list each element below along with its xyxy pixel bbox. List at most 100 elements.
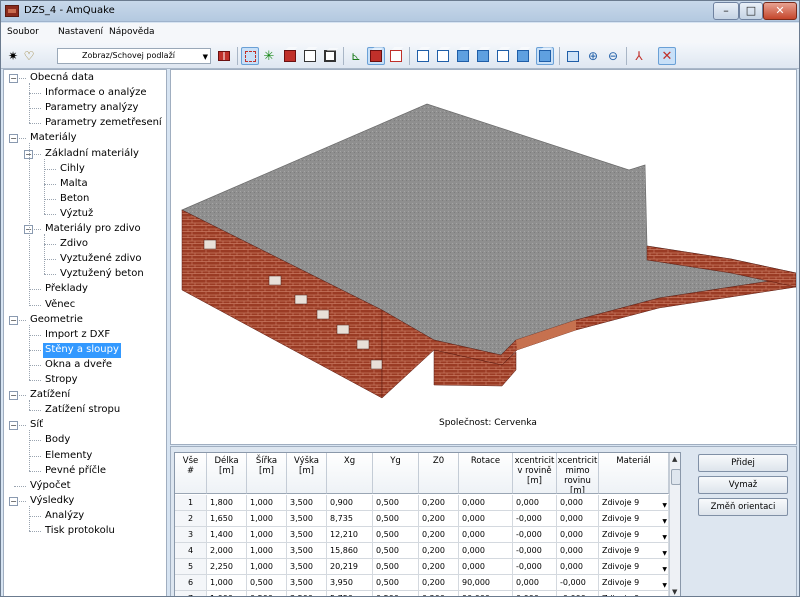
col-yg-cell[interactable]: 0,500 [373, 495, 419, 511]
col-z0-cell[interactable]: 0,200 [419, 591, 459, 596]
scroll-thumb[interactable] [671, 469, 680, 485]
col-xg-cell[interactable]: 20,219 [327, 559, 373, 575]
col-length-header[interactable]: Délka [m] [207, 453, 247, 494]
col-rotation-header[interactable]: Rotace [459, 453, 513, 494]
col-yg-cell[interactable]: 0,500 [373, 559, 419, 575]
tree-item[interactable]: Parametry zemetřesení [43, 116, 164, 131]
col-ecc-in-header[interactable]: xcentricit v rovině [m] [513, 453, 557, 494]
col-z0-header[interactable]: Z0 [419, 453, 459, 494]
col-xg-cell[interactable]: 15,860 [327, 543, 373, 559]
col-ecc-out-cell[interactable]: 0,000 [557, 559, 599, 575]
col-height-cell[interactable]: 3,500 [287, 559, 327, 575]
col-width-cell[interactable]: 1,000 [247, 495, 287, 511]
col-height-cell[interactable]: 3,500 [287, 527, 327, 543]
col-width-cell[interactable]: 1,000 [247, 527, 287, 543]
collapse-toggle-icon[interactable]: − [9, 391, 18, 401]
tree-item[interactable]: Zatížení [28, 388, 72, 403]
col-rotation-cell[interactable]: 0,000 [459, 511, 513, 527]
col-yg-cell[interactable]: 0,500 [373, 543, 419, 559]
col-ecc-out-cell[interactable]: 0,000 [557, 495, 599, 511]
col-xg-cell[interactable]: 8,735 [327, 511, 373, 527]
col-z0-cell[interactable]: 0,200 [419, 575, 459, 591]
tree-item[interactable]: Výpočet [28, 479, 73, 494]
col-width-header[interactable]: Šířka [m] [247, 453, 287, 494]
view-front-icon[interactable] [414, 47, 432, 65]
tree-item[interactable]: Výztuž [58, 207, 95, 222]
col-rotation-cell[interactable]: 0,000 [459, 559, 513, 575]
zoom-in-icon[interactable]: ⊕ [584, 47, 602, 65]
solid-view-icon[interactable] [367, 47, 385, 65]
cross-tool-icon[interactable]: ✕ [658, 47, 676, 65]
add-button[interactable]: Přidej [698, 454, 788, 472]
dropdown-arrow-icon[interactable]: ▼ [662, 498, 667, 510]
col-xg-cell[interactable]: 5,750 [327, 591, 373, 596]
view-iso-icon[interactable] [536, 47, 554, 65]
tree-item[interactable]: Materiály pro zdivo [43, 222, 143, 237]
col-ecc-out-cell[interactable]: 0,000 [557, 511, 599, 527]
snap-cross-icon[interactable]: ✳ [260, 47, 278, 65]
tree-item[interactable]: Stěny a sloupy [43, 342, 121, 358]
tree-item[interactable]: Obecná data [28, 71, 96, 86]
col-all-cell[interactable]: 6 [175, 575, 207, 591]
tree-item[interactable]: Výsledky [28, 494, 76, 509]
col-height-cell[interactable]: 3,500 [287, 543, 327, 559]
col-yg-cell[interactable]: 0,500 [373, 591, 419, 596]
minimize-button[interactable]: – [713, 2, 739, 20]
col-all-cell[interactable]: 4 [175, 543, 207, 559]
col-ecc-out-cell[interactable]: -0,000 [557, 575, 599, 591]
col-length-cell[interactable]: 1,000 [207, 591, 247, 596]
zoom-out-icon[interactable]: ⊖ [604, 47, 622, 65]
tree-item[interactable]: Překlady [43, 282, 90, 297]
col-all-cell[interactable]: 2 [175, 511, 207, 527]
coordinate-axes-icon[interactable]: ⅄ [630, 47, 648, 65]
tree-item[interactable]: Síť [28, 418, 45, 433]
col-ecc-in-cell[interactable]: -0,000 [513, 559, 557, 575]
col-material-cell[interactable]: Zdivoje 9 ▼ [599, 495, 669, 511]
col-rotation-cell[interactable]: 0,000 [459, 543, 513, 559]
tree-item[interactable]: Analýzy [43, 509, 86, 524]
col-all-cell[interactable]: 1 [175, 495, 207, 511]
dropdown-arrow-icon[interactable]: ▼ [662, 578, 667, 590]
tree-item[interactable]: Malta [58, 177, 90, 192]
view-top-icon[interactable] [494, 47, 512, 65]
wall-wire-icon[interactable] [301, 47, 319, 65]
col-length-cell[interactable]: 1,800 [207, 495, 247, 511]
col-xg-header[interactable]: Xg [327, 453, 373, 494]
col-material-cell[interactable]: Zdivoje 9 ▼ [599, 575, 669, 591]
collapse-toggle-icon[interactable]: − [9, 496, 18, 506]
floor-visibility-combo[interactable]: Zobraz/Schovej podlaží ▼ [57, 48, 211, 64]
wire-view-icon[interactable] [387, 47, 405, 65]
col-height-cell[interactable]: 3,500 [287, 511, 327, 527]
tree-item[interactable]: Okna a dveře [43, 358, 114, 373]
col-all-cell[interactable]: 5 [175, 559, 207, 575]
col-material-header[interactable]: Materiál [599, 453, 669, 494]
col-z0-cell[interactable]: 0,200 [419, 511, 459, 527]
view-right-icon[interactable] [474, 47, 492, 65]
tree-item[interactable]: Vyztužený beton [58, 267, 146, 282]
tree-item[interactable]: Beton [58, 192, 91, 207]
menu-help[interactable]: Nápověda [109, 27, 155, 37]
wall-all-icon[interactable] [321, 47, 339, 65]
col-width-cell[interactable]: 0,500 [247, 575, 287, 591]
col-length-cell[interactable]: 2,000 [207, 543, 247, 559]
tree-item[interactable]: Informace o analýze [43, 86, 149, 101]
scroll-down-icon[interactable]: ▼ [672, 588, 677, 596]
scroll-up-icon[interactable]: ▲ [672, 455, 677, 463]
tree-item[interactable]: Vyztužené zdivo [58, 252, 143, 267]
col-ecc-out-cell[interactable]: 0,000 [557, 543, 599, 559]
col-ecc-in-cell[interactable]: 0,000 [513, 575, 557, 591]
settings-gear-icon[interactable]: ✷ [4, 47, 22, 65]
select-box-icon[interactable] [241, 47, 259, 65]
tree-item[interactable]: Body [43, 433, 72, 448]
col-width-cell[interactable]: 0,500 [247, 591, 287, 596]
zoom-fit-icon[interactable] [564, 47, 582, 65]
col-height-header[interactable]: Výška [m] [287, 453, 327, 494]
collapse-toggle-icon[interactable]: − [9, 315, 18, 325]
col-material-cell[interactable]: Zdivoje 9 ▼ [599, 511, 669, 527]
tree-item[interactable]: Základní materiály [43, 147, 141, 162]
col-ecc-in-cell[interactable]: -0,000 [513, 543, 557, 559]
tree-item[interactable]: Stropy [43, 373, 80, 388]
col-material-cell[interactable]: Zdivoje 9 ▼ [599, 527, 669, 543]
col-rotation-cell[interactable]: 90,000 [459, 591, 513, 596]
dropdown-arrow-icon[interactable]: ▼ [662, 546, 667, 558]
